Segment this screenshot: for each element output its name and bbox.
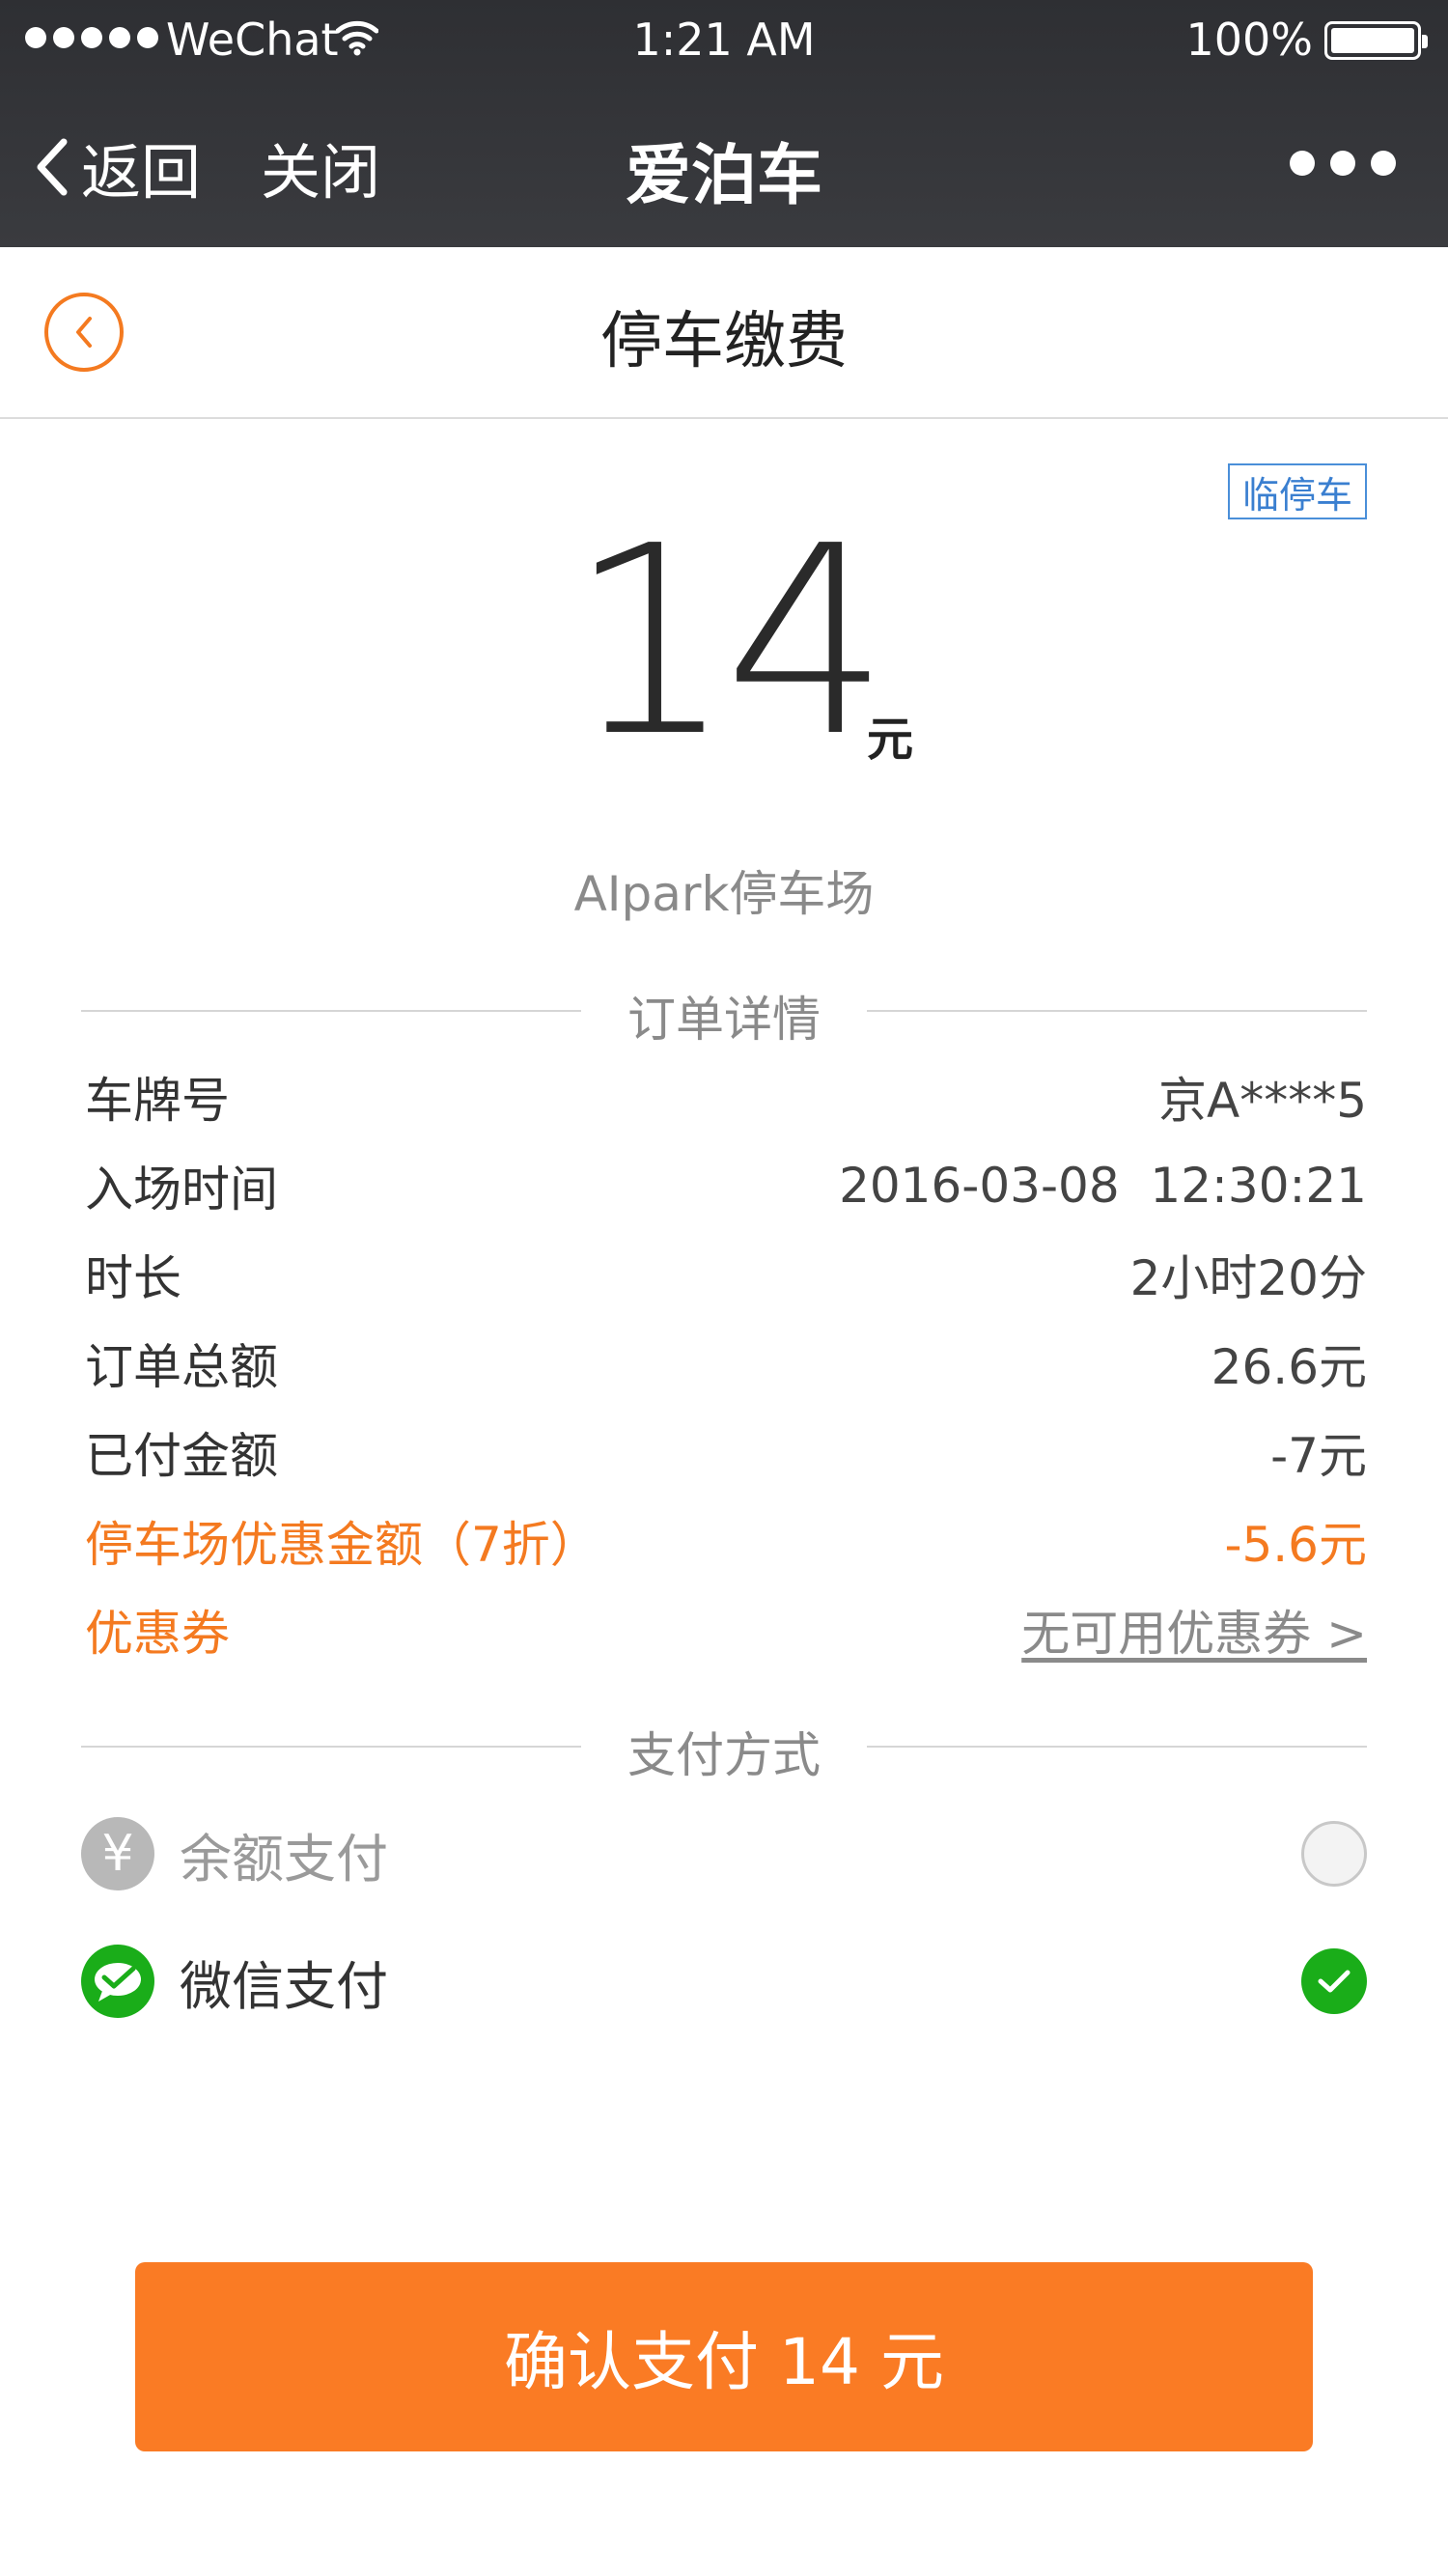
detail-value: -5.6元 [1224, 1517, 1367, 1573]
order-details-divider: 订单详情 [81, 981, 1367, 1048]
wechat-pay-icon [81, 1945, 154, 2018]
payment-option-label: 微信支付 [180, 1955, 388, 2017]
battery-percentage: 100% [1185, 14, 1313, 66]
payment-option-label: 余额支付 [180, 1828, 388, 1890]
detail-row-lot-discount: 停车场优惠金额（7折） -5.6元 [85, 1497, 1367, 1585]
detail-row-paid-amount: 已付金额 -7元 [85, 1408, 1367, 1497]
more-options-icon[interactable] [1290, 151, 1396, 176]
status-bar: WeChat 1:21 AM 100% [0, 0, 1448, 81]
detail-label: 入场时间 [85, 1162, 278, 1218]
detail-label: 优惠券 [85, 1606, 230, 1662]
section-title-order-details: 订单详情 [627, 992, 821, 1048]
checkmark-icon [1318, 1970, 1351, 1993]
detail-label: 时长 [85, 1250, 181, 1306]
detail-row-plate: 车牌号 京A****5 [85, 1052, 1367, 1141]
navigation-bar: 返回 关闭 爱泊车 [0, 81, 1448, 247]
app-title: 爱泊车 [625, 138, 822, 214]
wechat-header: WeChat 1:21 AM 100% 返回 关闭 爱泊车 [0, 0, 1448, 247]
detail-row-duration: 时长 2小时20分 [85, 1230, 1367, 1319]
payment-method-divider: 支付方式 [81, 1717, 1367, 1783]
payment-amount: 14 [568, 490, 890, 794]
payment-option-wechat[interactable]: 微信支付 [81, 1933, 1367, 2030]
radio-selected[interactable] [1301, 1948, 1367, 2014]
coupon-link[interactable]: 无可用优惠券 > [1021, 1595, 1367, 1665]
confirm-payment-button[interactable]: 确认支付 14 元 [135, 2262, 1313, 2451]
page-header: 停车缴费 [0, 247, 1448, 419]
payment-option-balance[interactable]: ¥ 余额支付 [81, 1806, 1367, 1902]
detail-label: 订单总额 [85, 1339, 278, 1395]
detail-value: -7元 [1270, 1428, 1367, 1484]
detail-row-order-total: 订单总额 26.6元 [85, 1319, 1367, 1408]
order-details-list: 车牌号 京A****5 入场时间 2016-03-08 12:30:21 时长 … [85, 1052, 1367, 1674]
page-title: 停车缴费 [600, 306, 848, 378]
detail-label: 停车场优惠金额（7折） [85, 1517, 599, 1573]
section-title-payment-method: 支付方式 [627, 1727, 821, 1783]
detail-label: 已付金额 [85, 1428, 278, 1484]
yen-icon: ¥ [81, 1817, 154, 1890]
detail-value: 2016-03-08 12:30:21 [839, 1158, 1367, 1214]
detail-row-entry-time: 入场时间 2016-03-08 12:30:21 [85, 1141, 1367, 1230]
detail-row-coupon: 优惠券 无可用优惠券 > [85, 1585, 1367, 1674]
amount-unit: 元 [867, 713, 914, 767]
detail-value: 京A****5 [1157, 1073, 1367, 1129]
parking-lot-name: AIpark停车场 [573, 866, 875, 922]
detail-value: 26.6元 [1211, 1339, 1367, 1395]
battery-icon [1324, 21, 1428, 60]
detail-value: 2小时20分 [1129, 1250, 1367, 1306]
radio-unselected[interactable] [1301, 1821, 1367, 1887]
detail-label: 车牌号 [85, 1073, 230, 1129]
